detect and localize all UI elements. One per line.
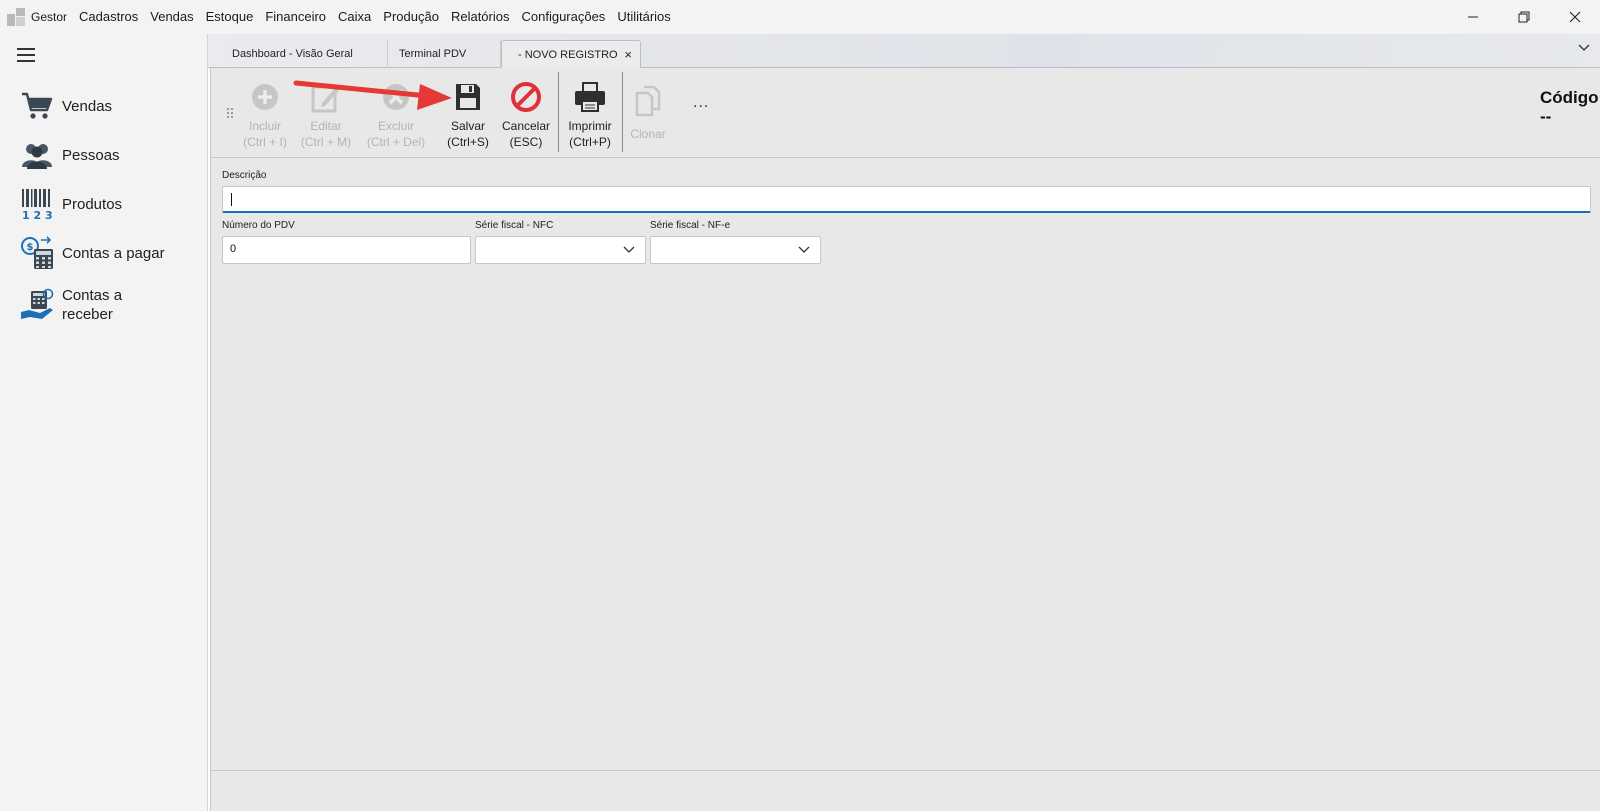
close-window-button[interactable] [1549,0,1600,34]
button-shortcut: (ESC) [509,135,543,149]
codigo-display: Código -- [1540,88,1599,126]
button-shortcut: (Ctrl+S) [447,135,489,149]
printer-icon [558,78,622,116]
button-shortcut: (Ctrl + M) [300,135,352,149]
people-icon [20,138,54,172]
sidebar-item-label: Contas a pagar [62,244,165,262]
barcode-icon: 1 2 3 [20,187,54,221]
sidebar-item-label: Vendas [62,97,113,115]
chevron-down-icon [623,246,635,253]
menu-gestor[interactable]: Gestor [31,0,73,34]
delete-circle-icon [362,78,430,116]
clonar-button[interactable]: Clonar [617,78,679,142]
incluir-button[interactable]: Incluir (Ctrl + I) [233,78,297,150]
text-caret [231,193,232,206]
button-label: Imprimir [568,119,612,133]
app-logo-icon [7,8,25,26]
codigo-value: -- [1540,107,1552,126]
button-label: Salvar [450,119,485,133]
cancel-prohibited-icon [494,78,558,116]
sidebar-item-label: Contas a receber [62,287,123,323]
chevron-down-icon [798,246,810,253]
save-floppy-icon [436,78,500,116]
calculator-money-icon: $ [20,236,54,270]
edit-icon [294,78,358,116]
serie-nfe-select[interactable] [650,236,821,264]
salvar-button[interactable]: Salvar (Ctrl+S) [436,78,500,150]
toolbar: Incluir (Ctrl + I) Editar (Ctrl + M) Exc… [211,68,1600,158]
sidebar-item-contas-receber[interactable]: Contas a receber [20,286,140,324]
sidebar: Vendas Pessoas 1 2 3 Produtos $ Contas a… [0,34,208,811]
close-icon [1569,11,1580,23]
sidebar-item-produtos[interactable]: 1 2 3 Produtos [20,187,122,221]
menu-financeiro[interactable]: Financeiro [259,0,332,34]
clone-copy-icon [617,78,679,124]
button-label: Cancelar [501,119,551,133]
button-label: Clonar [630,127,666,141]
tab-label: - NOVO REGISTRO [518,49,618,61]
sidebar-item-label: Produtos [62,195,123,213]
sidebar-item-pessoas[interactable]: Pessoas [20,138,120,172]
menu-caixa[interactable]: Caixa [332,0,377,34]
menu-configuracoes[interactable]: Configurações [515,0,611,34]
add-circle-icon [233,78,297,116]
tab-label: Dashboard - Visão Geral [232,48,353,60]
sidebar-item-contas-pagar[interactable]: $ Contas a pagar [20,236,165,270]
button-label: Incluir [248,119,281,133]
button-shortcut: (Ctrl + Del) [366,135,426,149]
tab-strip: Dashboard - Visão Geral Terminal PDV - N… [208,34,1600,69]
sidebar-item-label: Pessoas [62,146,120,164]
menu-cadastros[interactable]: Cadastros [73,0,144,34]
chevron-down-icon[interactable] [1578,44,1590,52]
tab-close-icon[interactable]: × [624,41,632,69]
title-menu-bar: Gestor Cadastros Vendas Estoque Financei… [0,0,1600,34]
sidebar-item-vendas[interactable]: Vendas [20,89,112,123]
window-controls [1447,0,1600,34]
svg-text:$: $ [27,242,34,253]
imprimir-button[interactable]: Imprimir (Ctrl+P) [558,78,622,150]
hand-money-icon [20,288,54,322]
numero-pdv-input[interactable]: 0 [222,236,471,264]
numero-pdv-value: 0 [230,243,237,255]
minimize-button[interactable] [1447,0,1498,34]
restore-button[interactable] [1498,0,1549,34]
menu-relatorios[interactable]: Relatórios [445,0,516,34]
codigo-label: Código [1540,88,1599,107]
excluir-button[interactable]: Excluir (Ctrl + Del) [362,78,430,150]
menu-vendas[interactable]: Vendas [144,0,199,34]
main-content: Incluir (Ctrl + I) Editar (Ctrl + M) Exc… [210,68,1600,811]
cart-icon [20,89,54,123]
button-label: Excluir [377,119,414,133]
serie-nfc-label: Série fiscal - NFC [475,220,554,231]
tab-novo-registro[interactable]: - NOVO REGISTRO × [501,40,641,69]
numero-pdv-label: Número do PDV [222,220,295,231]
tab-terminal-pdv[interactable]: Terminal PDV [388,40,501,68]
serie-nfc-select[interactable] [475,236,646,264]
descricao-label: Descrição [222,170,267,181]
menu-estoque[interactable]: Estoque [200,0,260,34]
status-bar [211,770,1600,811]
minimize-icon [1467,16,1478,18]
cancelar-button[interactable]: Cancelar (ESC) [494,78,558,150]
svg-text:1 2 3: 1 2 3 [22,209,53,220]
button-shortcut: (Ctrl + I) [243,135,287,149]
serie-nfe-label: Série fiscal - NF-e [650,220,731,231]
hamburger-menu-icon[interactable] [17,48,35,62]
button-shortcut: (Ctrl+P) [569,135,611,149]
menu-utilitarios[interactable]: Utilitários [611,0,676,34]
button-label: Editar [310,119,342,133]
editar-button[interactable]: Editar (Ctrl + M) [294,78,358,150]
menu-producao[interactable]: Produção [377,0,445,34]
descricao-input[interactable] [222,186,1591,213]
tab-dashboard[interactable]: Dashboard - Visão Geral [208,40,388,68]
more-options-button[interactable]: ... [693,94,709,112]
restore-icon [1518,11,1529,23]
tab-label: Terminal PDV [399,48,467,60]
